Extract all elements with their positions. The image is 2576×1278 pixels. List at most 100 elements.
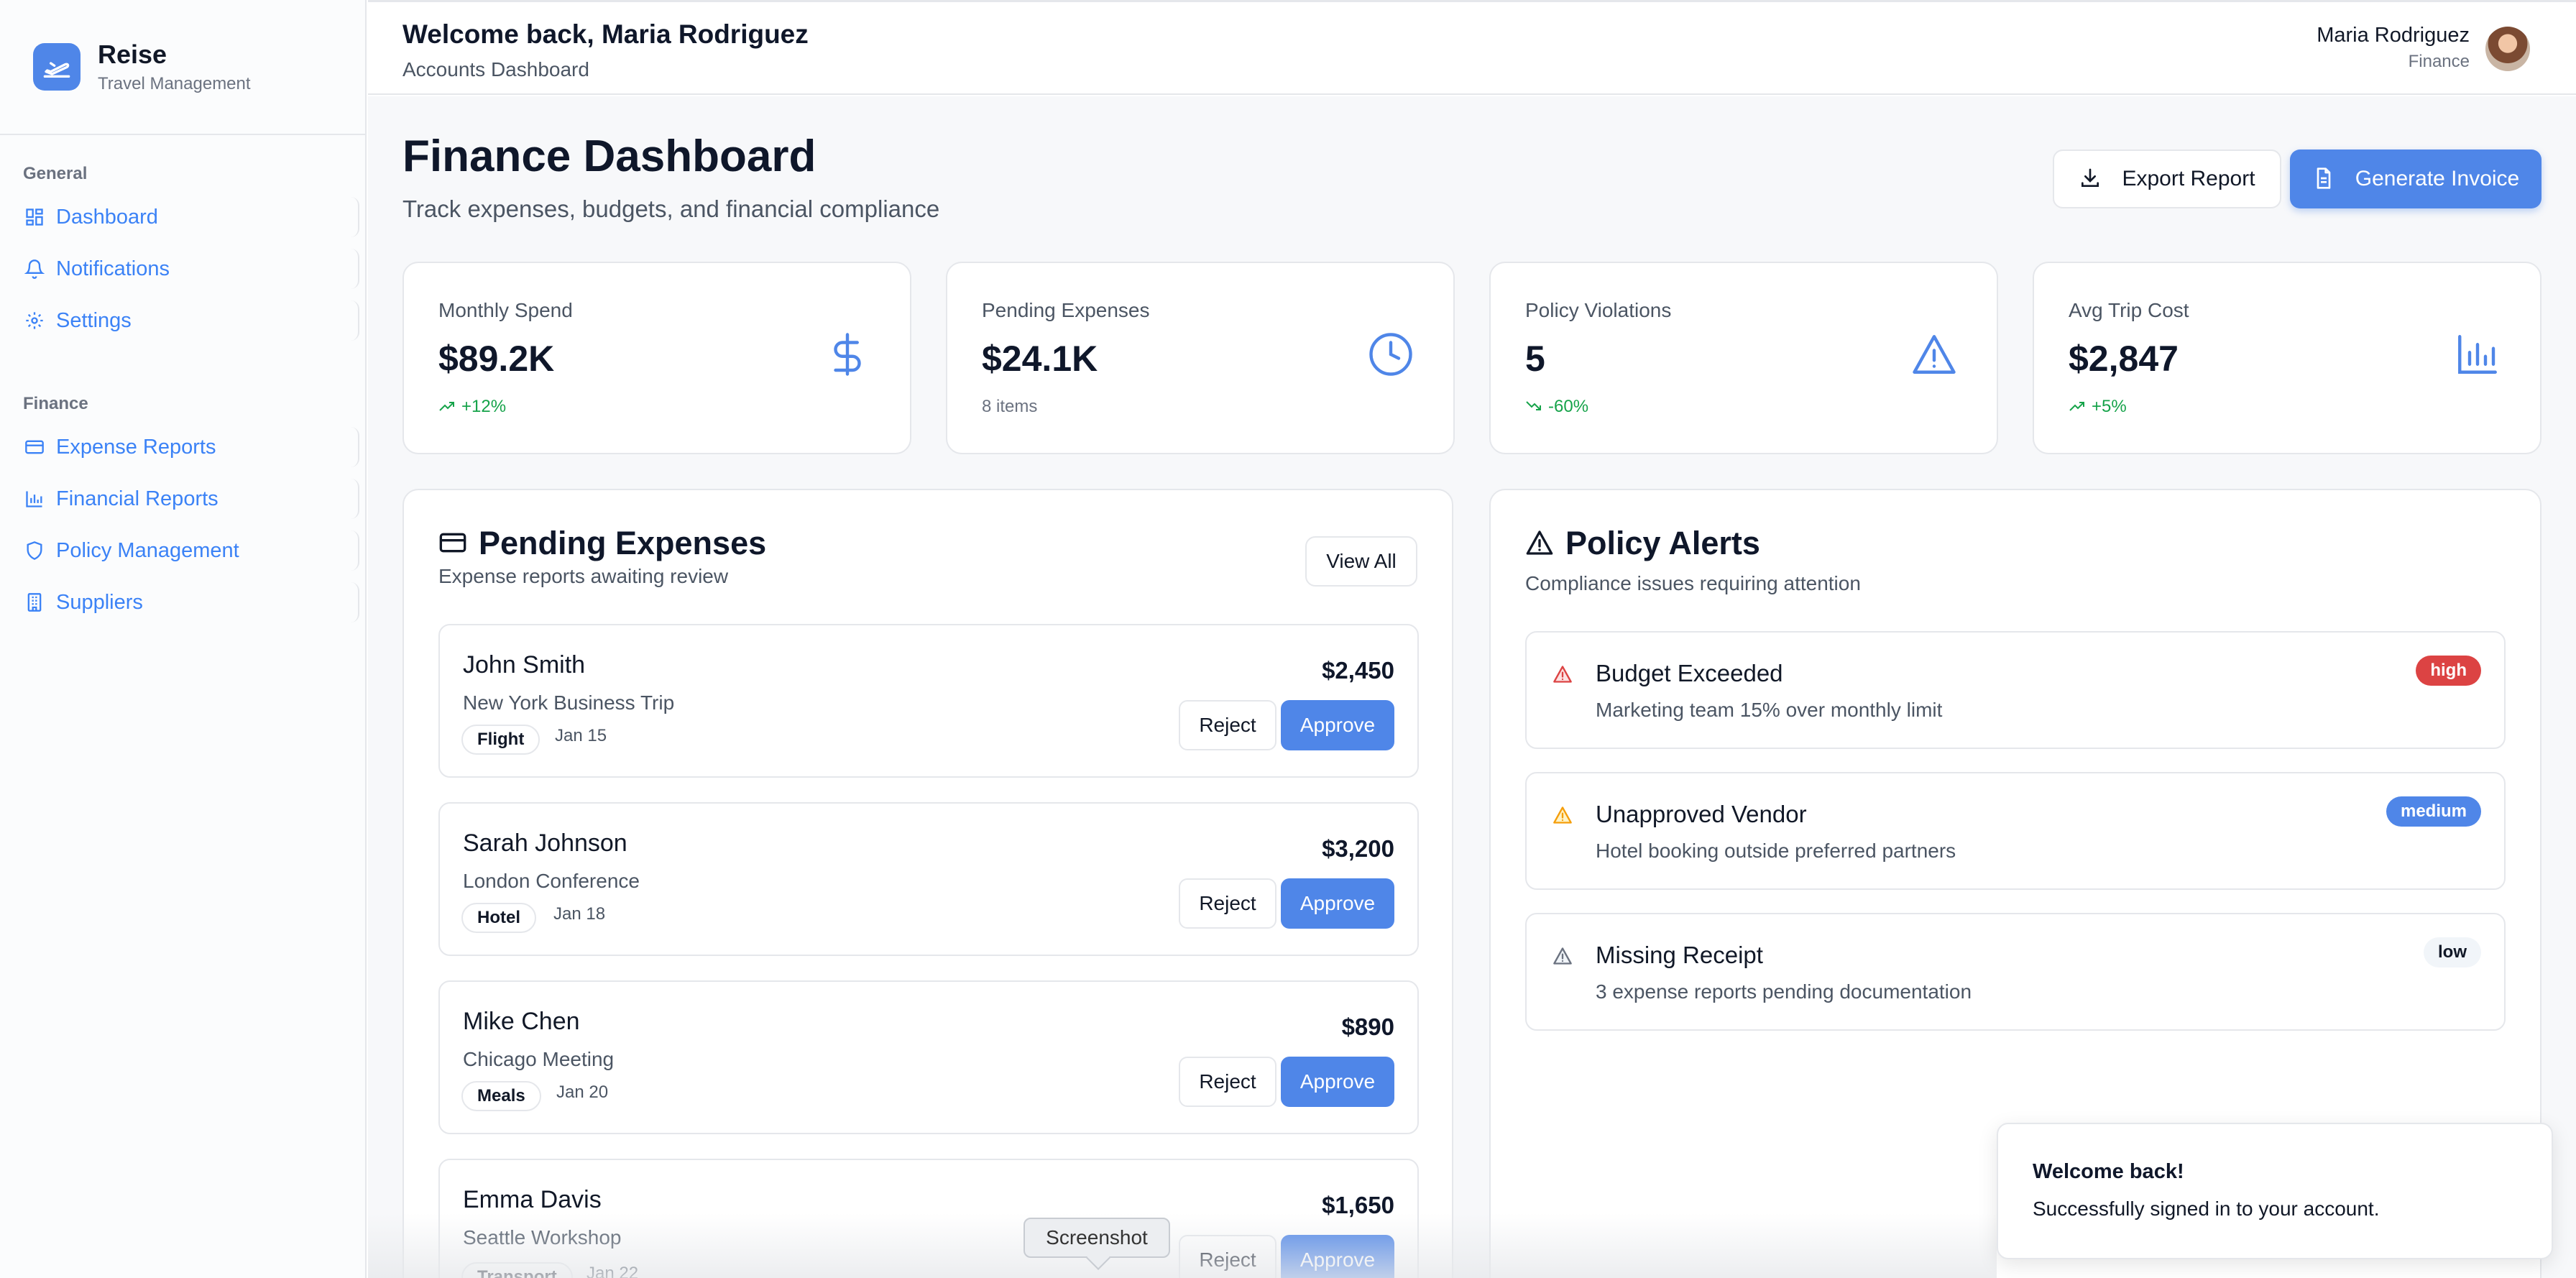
stat-label: Policy Violations	[1525, 299, 1672, 321]
stat-label: Pending Expenses	[982, 299, 1150, 321]
bar-chart-icon	[23, 487, 46, 510]
gear-icon	[23, 309, 46, 332]
top-bar: Welcome back, Maria Rodriguez Accounts D…	[368, 0, 2576, 95]
category-tag: Flight	[461, 725, 540, 755]
warning-icon	[1525, 528, 1555, 558]
avatar[interactable]	[2485, 27, 2530, 71]
page-title: Finance Dashboard	[402, 132, 816, 181]
trend-up-icon	[438, 400, 457, 414]
sidebar-item-label: Policy Management	[56, 538, 239, 562]
stat-value: $2,847	[2069, 339, 2179, 379]
category-tag: Meals	[461, 1081, 541, 1111]
reject-button[interactable]: Reject	[1179, 878, 1276, 929]
severity-badge: medium	[2386, 796, 2481, 827]
sidebar-item-notifications[interactable]: Notifications	[16, 246, 359, 292]
nav-group-label: Finance	[23, 394, 88, 413]
sidebar-item-policy-management[interactable]: Policy Management	[16, 528, 359, 574]
shield-icon	[23, 539, 46, 562]
expense-amount: $2,450	[1322, 657, 1394, 684]
stat-card-avg-trip-cost: Avg Trip Cost $2,847 +5%	[2033, 262, 2542, 454]
warning-icon	[1552, 664, 1574, 686]
panel-title: Policy Alerts	[1525, 525, 1760, 562]
expense-item: Emma Davis Seattle Workshop Transport Ja…	[438, 1159, 1419, 1278]
user-menu[interactable]: Maria Rodriguez Finance	[2317, 24, 2530, 72]
sidebar-item-financial-reports[interactable]: Financial Reports	[16, 476, 359, 522]
approve-button[interactable]: Approve	[1281, 1235, 1394, 1278]
severity-badge: low	[2424, 937, 2481, 967]
stat-label: Monthly Spend	[438, 299, 573, 321]
panel-subtitle: Expense reports awaiting review	[438, 565, 729, 587]
expense-amount: $3,200	[1322, 835, 1394, 862]
stat-card-monthly-spend: Monthly Spend $89.2K +12%	[402, 262, 911, 454]
employee-name: Mike Chen	[463, 1008, 580, 1035]
main-content: Finance Dashboard Track expenses, budget…	[368, 96, 2576, 1278]
toast-title: Welcome back!	[2033, 1160, 2184, 1183]
nav-group-finance: Finance Expense Reports Financial Report…	[0, 349, 365, 625]
stat-note: +5%	[2092, 397, 2127, 416]
file-text-icon	[2312, 167, 2337, 191]
credit-card-icon	[438, 528, 469, 558]
reject-button[interactable]: Reject	[1179, 1235, 1276, 1278]
bell-icon	[23, 257, 46, 280]
sidebar-item-expense-reports[interactable]: Expense Reports	[16, 424, 359, 470]
alert-item[interactable]: Budget Exceeded Marketing team 15% over …	[1525, 631, 2506, 749]
approve-button[interactable]: Approve	[1281, 700, 1394, 750]
user-name: Maria Rodriguez	[2317, 24, 2470, 47]
stat-trend: -60%	[1525, 397, 1588, 417]
dashboard-subtitle: Accounts Dashboard	[402, 58, 589, 81]
grid-icon	[23, 206, 46, 229]
pending-expenses-title: Pending Expenses	[479, 525, 767, 561]
plane-icon	[33, 43, 80, 91]
expense-amount: $1,650	[1322, 1192, 1394, 1218]
alert-title: Budget Exceeded	[1596, 660, 1783, 686]
stat-value: $24.1K	[982, 339, 1098, 379]
download-icon	[2079, 167, 2103, 191]
trend-up-icon	[2069, 400, 2087, 414]
page-subtitle: Track expenses, budgets, and financial c…	[402, 196, 940, 222]
approve-button[interactable]: Approve	[1281, 1057, 1394, 1107]
expense-amount: $890	[1341, 1013, 1394, 1040]
warning-icon	[1910, 331, 1958, 378]
stat-note: 8 items	[982, 397, 1038, 416]
reject-button[interactable]: Reject	[1179, 700, 1276, 750]
panel-subtitle: Compliance issues requiring attention	[1525, 572, 1861, 594]
view-all-button[interactable]: View All	[1305, 536, 1417, 587]
generate-invoice-button[interactable]: Generate Invoice	[2290, 150, 2542, 208]
sidebar-item-settings[interactable]: Settings	[16, 298, 359, 344]
export-report-label: Export Report	[2122, 167, 2255, 190]
export-report-button[interactable]: Export Report	[2053, 150, 2281, 208]
bar-chart-icon	[2454, 331, 2501, 378]
brand-subtitle: Travel Management	[98, 74, 251, 93]
sidebar-item-label: Expense Reports	[56, 435, 216, 459]
stat-label: Avg Trip Cost	[2069, 299, 2189, 321]
approve-button[interactable]: Approve	[1281, 878, 1394, 929]
sidebar-item-dashboard[interactable]: Dashboard	[16, 194, 359, 240]
category-tag: Transport	[461, 1262, 573, 1278]
app-window: Reise Travel Management General Dashboar…	[0, 0, 2576, 1278]
sidebar: Reise Travel Management General Dashboar…	[0, 0, 367, 1278]
panel-title: Pending Expenses	[438, 525, 766, 562]
employee-name: Emma Davis	[463, 1186, 602, 1213]
toast-notification[interactable]: Welcome back! Successfully signed in to …	[1997, 1123, 2553, 1259]
category-tag: Hotel	[461, 903, 536, 933]
stat-trend: +5%	[2069, 397, 2127, 417]
stat-value: 5	[1525, 339, 1545, 379]
generate-invoice-label: Generate Invoice	[2355, 167, 2520, 190]
stat-card-policy-violations: Policy Violations 5 -60%	[1489, 262, 1998, 454]
alert-item[interactable]: Missing Receipt 3 expense reports pendin…	[1525, 913, 2506, 1031]
sidebar-item-label: Settings	[56, 308, 132, 332]
pending-expenses-panel: Pending Expenses Expense reports awaitin…	[402, 489, 1453, 1278]
sidebar-item-suppliers[interactable]: Suppliers	[16, 579, 359, 625]
expense-date: Jan 20	[556, 1082, 609, 1102]
warning-icon	[1552, 805, 1574, 827]
brand[interactable]: Reise Travel Management	[0, 0, 365, 135]
alert-item[interactable]: Unapproved Vendor Hotel booking outside …	[1525, 772, 2506, 890]
credit-card-icon	[23, 436, 46, 459]
sidebar-item-label: Notifications	[56, 257, 170, 280]
expense-item: John Smith New York Business Trip Flight…	[438, 624, 1419, 778]
employee-name: Sarah Johnson	[463, 829, 627, 857]
expense-date: Jan 18	[553, 904, 606, 924]
expense-item: Sarah Johnson London Conference Hotel Ja…	[438, 802, 1419, 956]
reject-button[interactable]: Reject	[1179, 1057, 1276, 1107]
user-role: Finance	[2408, 52, 2470, 71]
